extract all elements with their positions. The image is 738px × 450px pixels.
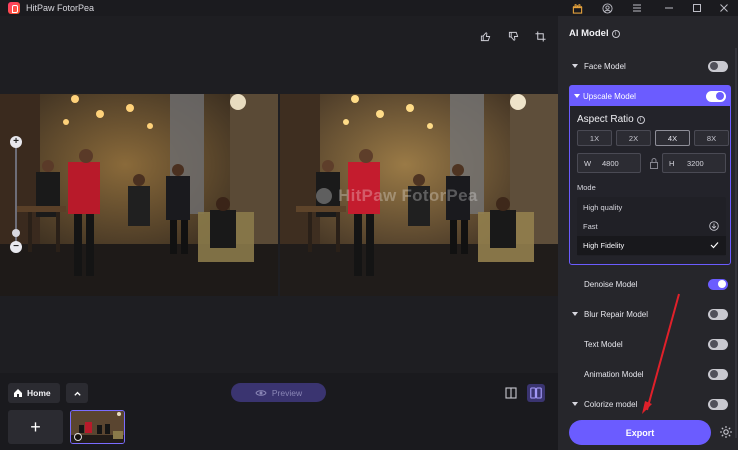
- blur-repair-model-row[interactable]: Blur Repair Model: [558, 304, 738, 324]
- zoom-slider-thumb[interactable]: [12, 229, 20, 237]
- blur-repair-model-label: Blur Repair Model: [584, 309, 649, 319]
- blur-repair-model-toggle[interactable]: [708, 308, 728, 320]
- caret-down-icon[interactable]: [572, 64, 578, 68]
- checkmark-icon: [710, 241, 719, 251]
- watermark: HitPaw FotorPea: [316, 186, 478, 206]
- caret-down-icon[interactable]: [572, 312, 578, 316]
- width-field[interactable]: W 4800: [577, 153, 641, 173]
- height-label: H: [669, 158, 675, 168]
- mode-option-label: High quality: [583, 203, 623, 212]
- preview-label: Preview: [271, 387, 303, 398]
- gift-icon[interactable]: [570, 1, 584, 15]
- maximize-icon[interactable]: [690, 1, 704, 15]
- text-model-row[interactable]: Text Model: [558, 334, 738, 354]
- text-model-label: Text Model: [584, 339, 623, 349]
- animation-model-row[interactable]: Animation Model: [558, 364, 738, 384]
- scale-8x-button[interactable]: 8X: [694, 130, 729, 146]
- export-button[interactable]: Export: [569, 420, 711, 445]
- face-model-toggle[interactable]: [708, 60, 728, 72]
- app-logo-icon: [8, 2, 20, 14]
- zoom-in-button[interactable]: +: [10, 136, 22, 148]
- upscale-model-section: Upscale Model Aspect Ratio i 1X 2X 4X 8X…: [569, 85, 731, 265]
- thumbnail-status-icon: [74, 433, 82, 441]
- scale-1x-button[interactable]: 1X: [577, 130, 612, 146]
- preview-button[interactable]: Preview: [231, 383, 326, 402]
- aspect-ratio-title: Aspect Ratio i: [577, 114, 645, 125]
- mode-option-high-quality[interactable]: High quality: [577, 198, 726, 217]
- thumbs-down-icon[interactable]: [506, 29, 520, 43]
- app-title: HitPaw FotorPea: [26, 3, 95, 13]
- lock-icon[interactable]: [649, 158, 659, 169]
- ai-model-panel: AI Model i Face Model Upscale Model Aspe…: [558, 16, 738, 450]
- panel-title: AI Model i: [569, 28, 620, 39]
- split-view-button[interactable]: [527, 384, 545, 402]
- original-image: [0, 94, 278, 296]
- colorize-model-row[interactable]: Colorize model: [558, 394, 738, 414]
- denoise-model-row[interactable]: Denoise Model: [558, 274, 738, 294]
- caret-down-icon[interactable]: [574, 94, 580, 98]
- single-view-icon: [505, 387, 517, 399]
- panel-scrollbar[interactable]: [735, 48, 737, 438]
- face-model-label: Face Model: [584, 61, 626, 71]
- expand-up-button[interactable]: [66, 383, 88, 403]
- upscale-model-toggle[interactable]: [706, 90, 726, 102]
- title-bar: HitPaw FotorPea: [0, 0, 738, 16]
- text-model-toggle[interactable]: [708, 338, 728, 350]
- height-value[interactable]: 3200: [687, 159, 704, 168]
- thumbs-up-icon[interactable]: [478, 29, 492, 43]
- zoom-out-button[interactable]: −: [10, 241, 22, 253]
- scale-2x-button[interactable]: 2X: [616, 130, 651, 146]
- info-icon[interactable]: i: [636, 115, 645, 124]
- download-icon[interactable]: [709, 220, 719, 233]
- chevron-up-icon: [73, 391, 81, 396]
- denoise-model-label: Denoise Model: [584, 279, 638, 289]
- colorize-model-toggle[interactable]: [708, 398, 728, 410]
- mode-option-label: High Fidelity: [583, 241, 625, 250]
- add-image-button[interactable]: +: [8, 410, 63, 444]
- scale-4x-button[interactable]: 4X: [655, 130, 690, 146]
- split-view-icon: [530, 387, 542, 399]
- denoise-model-toggle[interactable]: [708, 278, 728, 290]
- animation-model-toggle[interactable]: [708, 368, 728, 380]
- mode-title: Mode: [577, 183, 596, 192]
- home-icon: [14, 389, 22, 397]
- animation-model-label: Animation Model: [584, 369, 644, 379]
- watermark-logo-icon: [316, 188, 332, 204]
- minimize-icon[interactable]: [662, 1, 676, 15]
- home-label: Home: [27, 388, 51, 398]
- info-icon[interactable]: i: [611, 29, 620, 38]
- watermark-text: HitPaw FotorPea: [338, 186, 478, 205]
- mode-option-high-fidelity[interactable]: High Fidelity: [577, 236, 726, 255]
- caret-down-icon[interactable]: [572, 402, 578, 406]
- width-label: W: [584, 158, 592, 168]
- mode-option-fast[interactable]: Fast: [577, 217, 726, 236]
- mode-dropdown[interactable]: High quality Fast High Fidelity: [577, 197, 726, 256]
- panel-title-text: AI Model: [569, 28, 609, 39]
- colorize-model-label: Colorize model: [584, 399, 638, 409]
- height-field[interactable]: H 3200: [662, 153, 726, 173]
- single-view-button[interactable]: [502, 384, 520, 402]
- width-value[interactable]: 4800: [602, 159, 619, 168]
- close-icon[interactable]: [717, 1, 731, 15]
- eye-icon: [255, 389, 267, 396]
- face-model-row[interactable]: Face Model: [558, 56, 738, 76]
- crop-icon[interactable]: [533, 29, 547, 43]
- menu-icon[interactable]: [630, 1, 644, 15]
- aspect-ratio-label: Aspect Ratio: [577, 114, 634, 125]
- bottom-bar: Home + Preview: [0, 373, 558, 450]
- mode-option-label: Fast: [583, 222, 598, 231]
- upscale-model-header[interactable]: Upscale Model: [570, 86, 730, 106]
- home-button[interactable]: Home: [8, 383, 60, 403]
- image-thumbnail[interactable]: [70, 410, 125, 444]
- upscale-model-label: Upscale Model: [583, 91, 636, 101]
- user-icon[interactable]: [600, 1, 614, 15]
- settings-gear-icon[interactable]: [719, 425, 733, 439]
- canvas-area: HitPaw FotorPea + −: [0, 16, 558, 373]
